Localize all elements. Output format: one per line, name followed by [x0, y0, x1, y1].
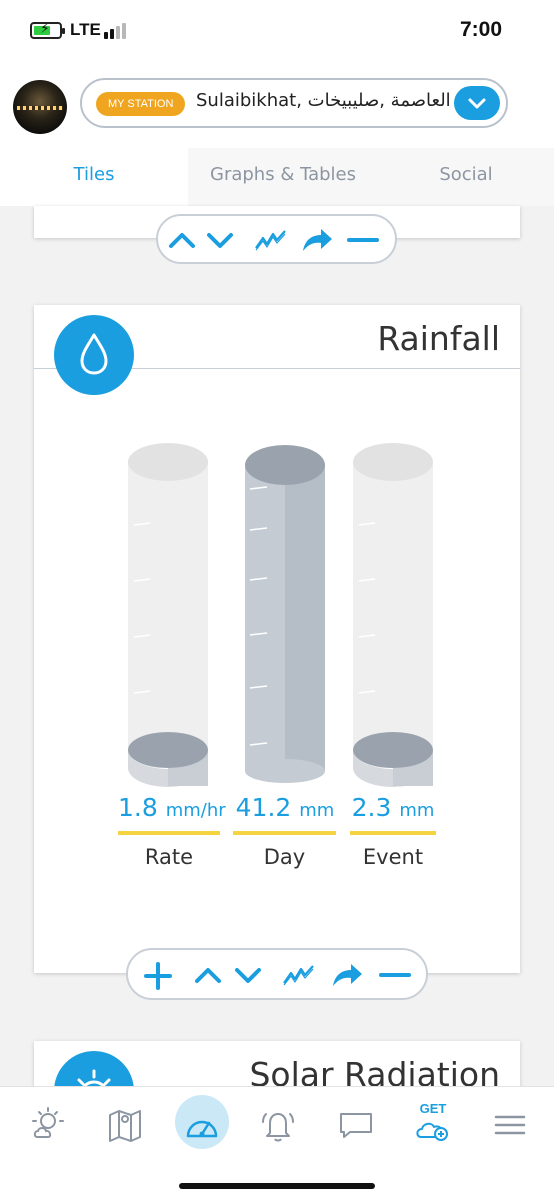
previous-tile-controls: [156, 214, 397, 264]
day-label: Day: [263, 845, 306, 869]
nav-get-device-icon[interactable]: GET: [413, 1101, 453, 1141]
share-icon[interactable]: [300, 226, 334, 254]
event-value: 2.3 mm: [351, 793, 435, 822]
app-header: MY STATION Sulaibikhat, العاصمة ,صليبيخا…: [0, 62, 554, 148]
nav-weather-icon[interactable]: [28, 1105, 68, 1145]
home-indicator: [179, 1183, 375, 1189]
move-down-icon[interactable]: [206, 230, 234, 250]
add-icon[interactable]: [144, 962, 172, 990]
station-selector[interactable]: MY STATION Sulaibikhat, العاصمة ,صليبيخا…: [80, 78, 508, 128]
battery-icon: ⚡: [30, 21, 65, 39]
rainfall-tile-controls: [126, 948, 428, 1000]
graph-icon[interactable]: [254, 228, 288, 252]
nav-menu-icon[interactable]: [490, 1105, 530, 1145]
tab-tiles[interactable]: Tiles: [0, 148, 188, 206]
bottom-nav: GET: [0, 1086, 554, 1199]
rate-gauge: [128, 443, 208, 787]
tab-bar: Tiles Graphs & Tables Social: [0, 148, 554, 206]
station-name: Sulaibikhat, العاصمة ,صليبيخات: [196, 90, 451, 111]
minimize-icon[interactable]: [378, 963, 412, 987]
station-avatar[interactable]: [13, 80, 67, 134]
clock: 7:00: [459, 18, 502, 41]
get-label: GET: [420, 1101, 447, 1116]
network-label: LTE: [70, 20, 101, 39]
move-up-icon[interactable]: [168, 230, 196, 250]
share-icon[interactable]: [330, 961, 364, 989]
day-gauge: [245, 445, 325, 783]
signal-icon: [104, 23, 130, 39]
graph-icon[interactable]: [282, 963, 316, 987]
tab-social[interactable]: Social: [378, 148, 554, 206]
rain-gauges: [128, 443, 433, 787]
my-station-badge: MY STATION: [96, 92, 186, 116]
event-gauge: [353, 443, 433, 787]
minimize-icon[interactable]: [346, 228, 380, 252]
rate-underline: [118, 831, 220, 835]
rate-label: Rate: [144, 845, 194, 869]
day-value: 41.2 mm: [235, 793, 335, 822]
chevron-down-icon: [468, 98, 486, 109]
rate-value: 1.8 mm/hr: [118, 793, 226, 822]
nav-dashboard-icon[interactable]: [182, 1108, 222, 1148]
tab-graphs-tables[interactable]: Graphs & Tables: [188, 148, 378, 206]
move-down-icon[interactable]: [234, 965, 262, 985]
nav-chat-icon[interactable]: [336, 1105, 376, 1145]
nav-map-icon[interactable]: [105, 1105, 145, 1145]
move-up-icon[interactable]: [194, 965, 222, 985]
status-bar: ⚡ LTE 7:00: [0, 0, 554, 62]
station-dropdown-button[interactable]: [454, 86, 500, 120]
event-label: Event: [362, 845, 424, 869]
event-underline: [350, 831, 436, 835]
nav-alerts-icon[interactable]: [258, 1105, 298, 1145]
rainfall-tile-card: Rainfall 1.8 mm/hr Rate 41.2 mm Day 2.3 …: [34, 305, 520, 973]
day-underline: [233, 831, 336, 835]
